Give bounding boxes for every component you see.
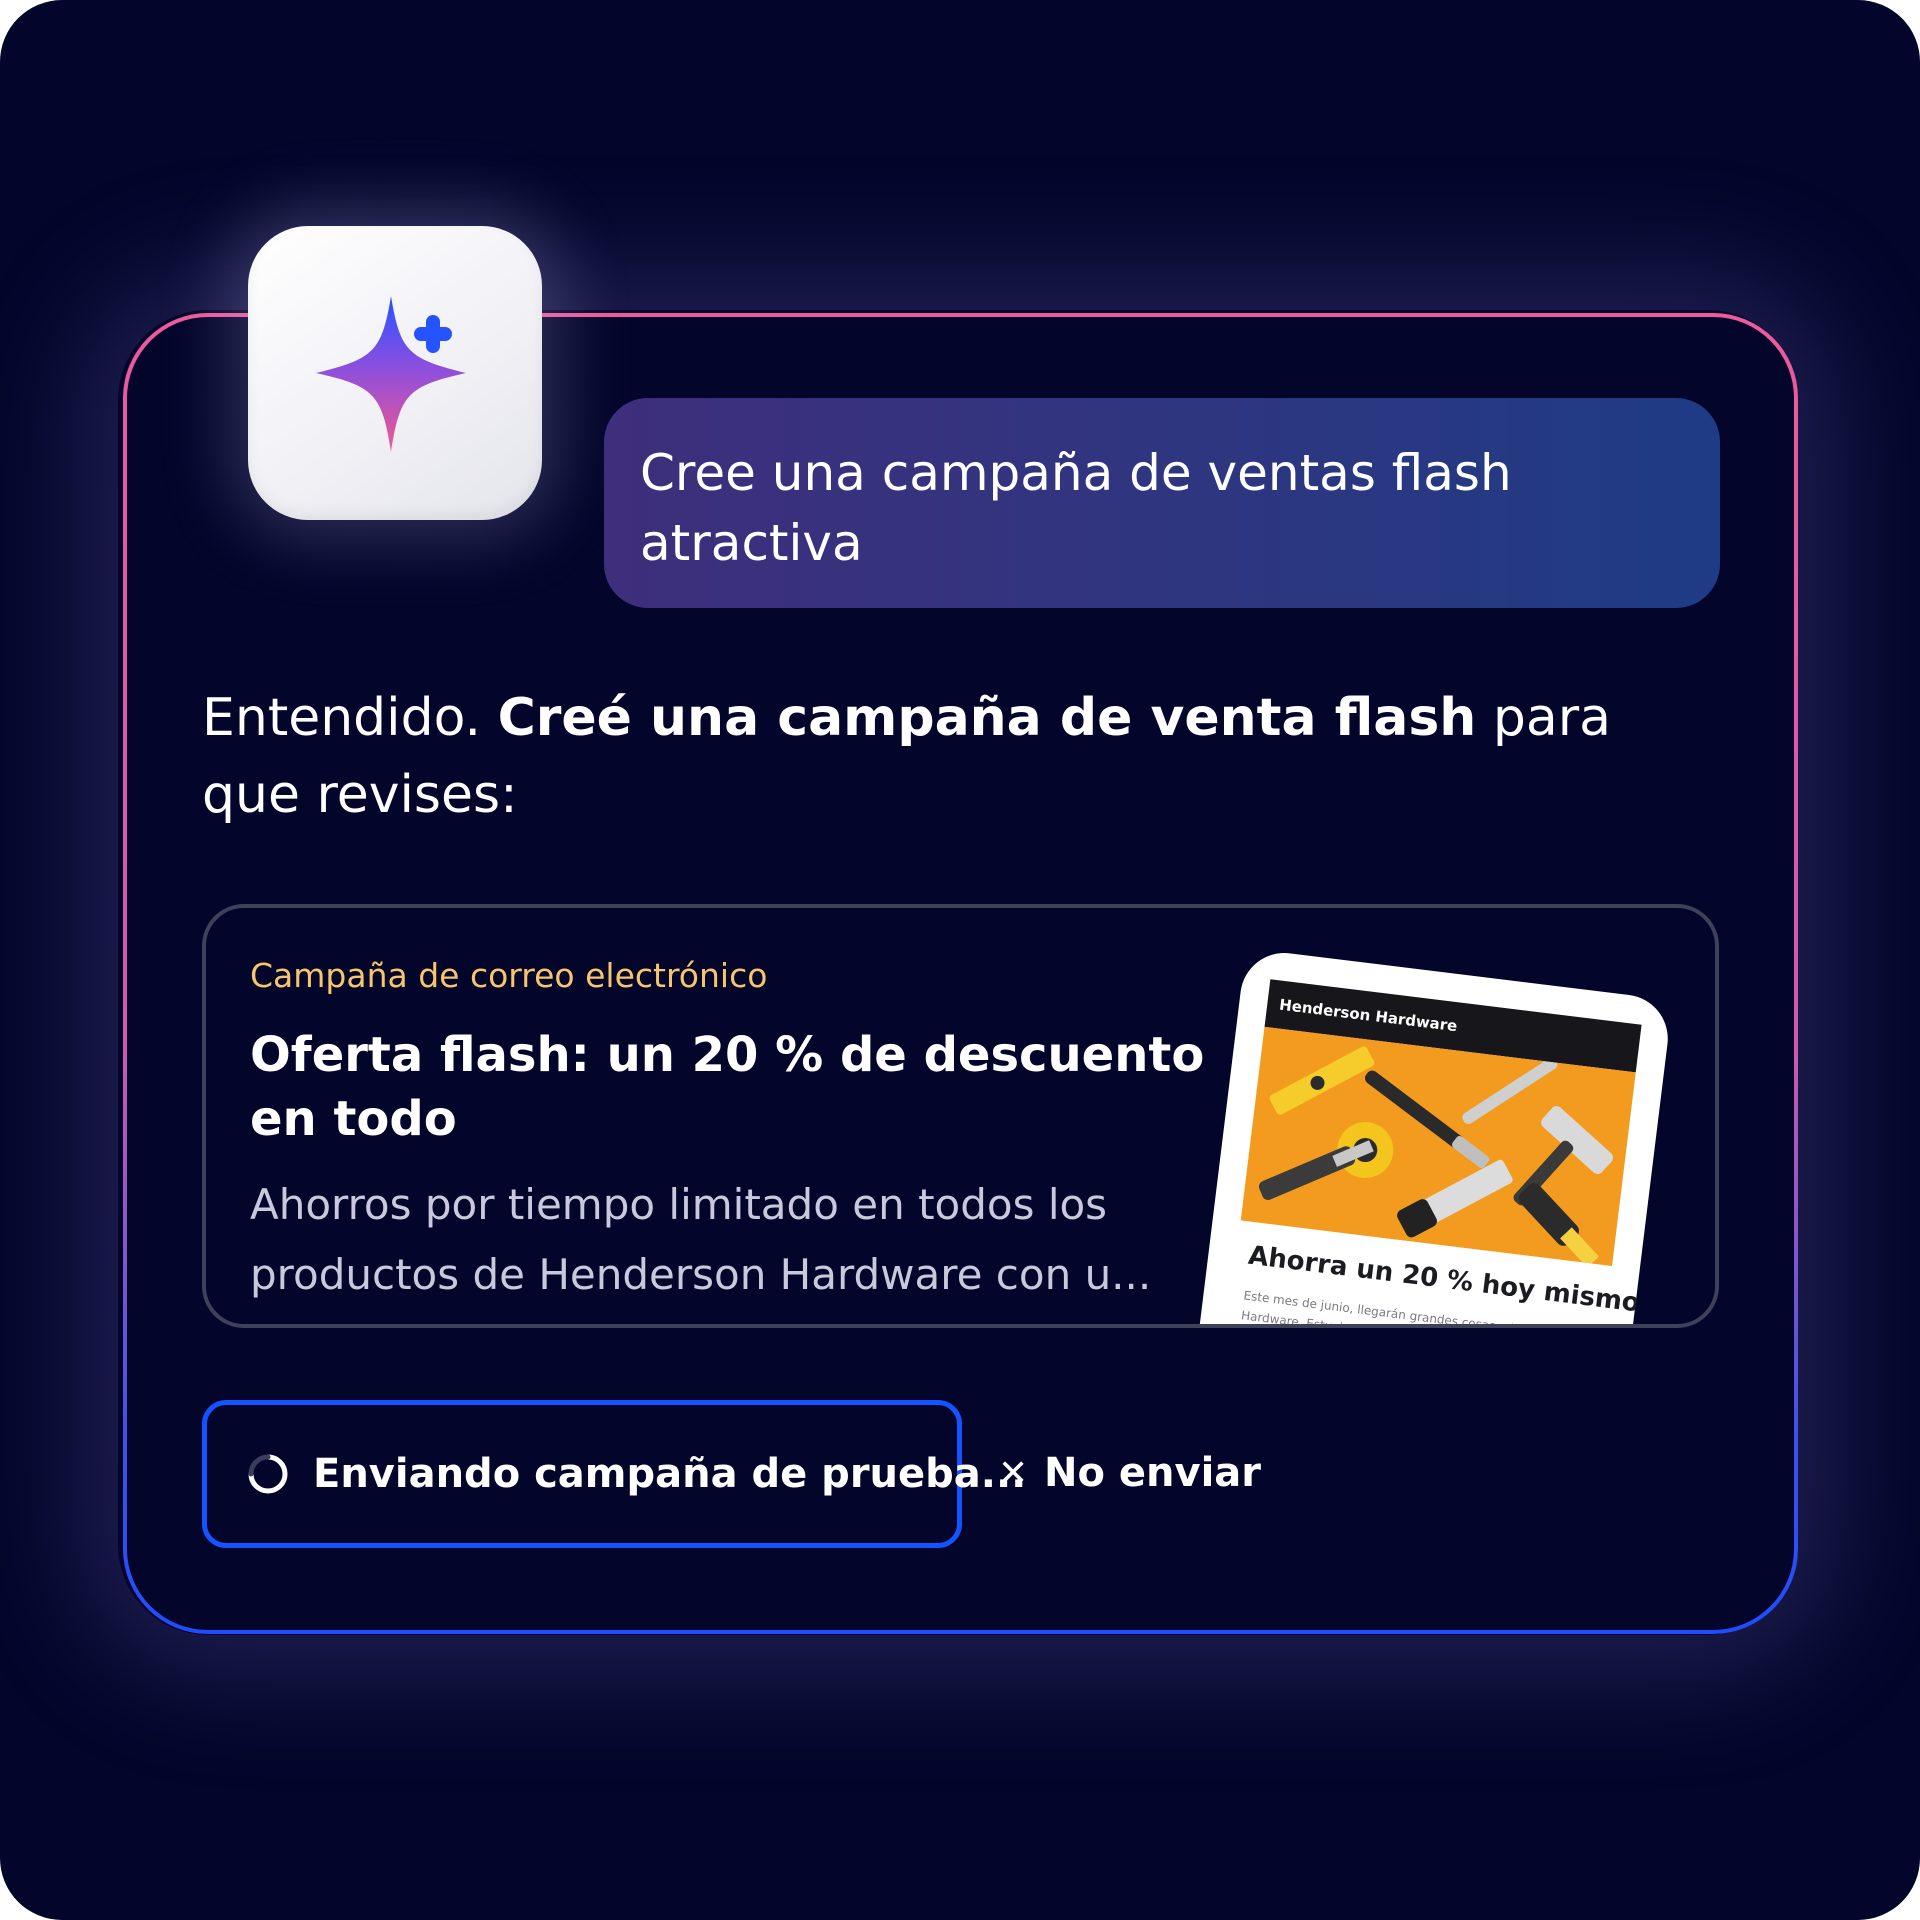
ai-assistant-tile — [248, 226, 542, 520]
close-icon: ✕ — [998, 1452, 1029, 1494]
assistant-response: Entendido. Creé una campaña de venta fla… — [202, 680, 1692, 834]
sparkle-icon — [316, 296, 466, 452]
campaign-title: Oferta flash: un 20 % de descuento en to… — [250, 1027, 1205, 1147]
loading-spinner-icon — [248, 1454, 288, 1494]
campaign-card[interactable]: Campaña de correo electrónico Oferta fla… — [202, 904, 1719, 1328]
send-button-label: Enviando campaña de prueba... — [313, 1451, 1027, 1497]
response-bold: Creé una campaña de venta flash — [497, 688, 1477, 748]
campaign-description: Ahorros por tiempo limitado en todos los… — [250, 1180, 1152, 1299]
dont-send-button[interactable]: ✕ No enviar — [998, 1440, 1261, 1506]
user-prompt-bubble: Cree una campaña de ventas flash atracti… — [604, 398, 1720, 608]
send-test-campaign-button[interactable]: Enviando campaña de prueba... — [202, 1400, 1026, 1548]
response-prefix: Entendido. — [202, 688, 498, 748]
dont-send-label: No enviar — [1044, 1450, 1261, 1496]
campaign-type-label: Campaña de correo electrónico — [250, 956, 768, 995]
email-preview-phone: Henderson Hardware Ahorra un 20 % hoy mi… — [1182, 948, 1673, 1324]
page: Cree una campaña de ventas flash atracti… — [0, 0, 1920, 1920]
